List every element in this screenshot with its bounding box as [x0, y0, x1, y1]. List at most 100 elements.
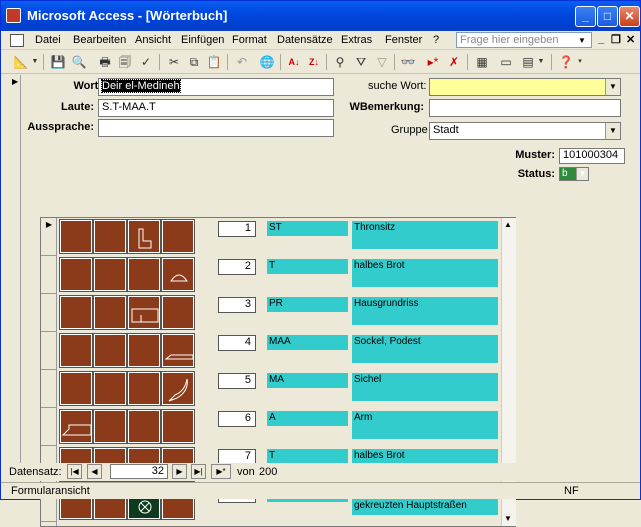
sort-descending-icon[interactable]: Z↓	[306, 54, 322, 70]
menu-format[interactable]: Format	[232, 34, 267, 46]
glyph-tile[interactable]	[93, 409, 127, 444]
minimize-button[interactable]: _	[575, 6, 596, 27]
row-selector[interactable]: ▶	[41, 218, 57, 256]
glyph-tile[interactable]	[59, 219, 93, 254]
new-record-nav-button[interactable]: ▶*	[211, 464, 231, 479]
hyperlink-icon[interactable]: 🌐	[259, 54, 275, 70]
delete-record-icon[interactable]: ✗	[446, 54, 462, 70]
row-selector[interactable]	[41, 294, 57, 332]
next-record-button[interactable]: ▶	[172, 464, 187, 479]
glyph-tile[interactable]	[127, 295, 161, 330]
row-number-field[interactable]: 6	[218, 411, 256, 427]
row-selector[interactable]	[41, 256, 57, 294]
row-number-field[interactable]: 3	[218, 297, 256, 313]
new-object-icon[interactable]: ▤	[520, 54, 536, 70]
glyph-tile[interactable]	[93, 257, 127, 292]
last-record-button[interactable]: ▶|	[191, 464, 206, 479]
glyph-tile[interactable]	[161, 295, 195, 330]
phonetic-code[interactable]: A	[267, 411, 348, 426]
row-selector[interactable]	[41, 370, 57, 408]
help-icon[interactable]: ❓	[558, 54, 574, 70]
record-selector[interactable]: ▶	[10, 75, 21, 463]
doc-restore-icon[interactable]: ❐	[611, 33, 621, 46]
apply-filter-icon[interactable]: ▽	[374, 54, 390, 70]
wbemerkung-field[interactable]	[429, 99, 621, 117]
glyph-tile[interactable]	[93, 371, 127, 406]
glyph-tile[interactable]	[59, 371, 93, 406]
print-preview-icon[interactable]: 🗐	[117, 54, 133, 70]
glyph-tile[interactable]	[161, 333, 195, 368]
form-doc-icon[interactable]	[10, 34, 24, 47]
toolbar-options-icon[interactable]: ▾	[576, 54, 584, 70]
aussprache-field[interactable]	[98, 119, 334, 137]
chevron-down-icon[interactable]: ▼	[576, 168, 588, 180]
menu-help[interactable]: ?	[433, 34, 439, 46]
first-record-button[interactable]: |◀	[67, 464, 82, 479]
glyph-tile[interactable]	[59, 295, 93, 330]
row-selector[interactable]	[41, 408, 57, 446]
glyph-meaning[interactable]: halbes Brot	[352, 259, 498, 287]
glyph-tile[interactable]	[93, 295, 127, 330]
maximize-button[interactable]: □	[597, 6, 618, 27]
glyph-tile[interactable]	[161, 409, 195, 444]
menu-fenster[interactable]: Fenster	[385, 34, 422, 46]
glyph-tile[interactable]	[161, 371, 195, 406]
previous-record-button[interactable]: ◀	[87, 464, 102, 479]
phonetic-code[interactable]: MA	[267, 373, 348, 388]
muster-field[interactable]: 101000304	[559, 148, 625, 164]
filter-selection-icon[interactable]: ⚲	[332, 54, 348, 70]
glyph-tile[interactable]	[127, 371, 161, 406]
wort-field[interactable]: Deir el-Medineh	[98, 78, 334, 96]
menu-einfuegen[interactable]: Einfügen	[181, 34, 224, 46]
glyph-tile[interactable]	[127, 219, 161, 254]
laute-field[interactable]: S.T-MAA.T	[98, 99, 334, 117]
menu-bearbeiten[interactable]: Bearbeiten	[73, 34, 126, 46]
paste-icon[interactable]: 📋	[206, 54, 222, 70]
glyph-meaning[interactable]: Sichel	[352, 373, 498, 401]
menu-ansicht[interactable]: Ansicht	[135, 34, 171, 46]
glyph-tile[interactable]	[127, 257, 161, 292]
gruppe-combo[interactable]: Stadt ▼	[429, 122, 621, 140]
access-app-icon[interactable]	[6, 8, 21, 23]
cut-icon[interactable]: ✂	[166, 54, 182, 70]
phonetic-code[interactable]: T	[267, 449, 348, 464]
view-dropdown-icon[interactable]: ▼	[31, 54, 39, 70]
glyph-tile[interactable]	[93, 219, 127, 254]
row-number-field[interactable]: 4	[218, 335, 256, 351]
suche-wort-combo[interactable]: ▼	[429, 78, 621, 96]
title-bar[interactable]: Microsoft Access - [Wörterbuch] _ □ ✕	[1, 1, 640, 31]
phonetic-code[interactable]: T	[267, 259, 348, 274]
row-selector[interactable]	[41, 332, 57, 370]
row-number-field[interactable]: 5	[218, 373, 256, 389]
new-record-icon[interactable]: ▸*	[425, 54, 441, 70]
glyph-tile[interactable]	[93, 333, 127, 368]
phonetic-code[interactable]: MAA	[267, 335, 348, 350]
chevron-down-icon[interactable]: ▼	[578, 36, 586, 45]
glyph-tile[interactable]	[59, 409, 93, 444]
menu-datei[interactable]: Datei	[35, 34, 61, 46]
undo-icon[interactable]: ↶	[234, 54, 250, 70]
sort-ascending-icon[interactable]: A↓	[286, 54, 302, 70]
find-binoculars-icon[interactable]: 👓	[400, 54, 416, 70]
new-object-dropdown-icon[interactable]: ▼	[537, 54, 545, 70]
glyph-tile[interactable]	[161, 219, 195, 254]
row-number-field[interactable]: 2	[218, 259, 256, 275]
glyph-tile[interactable]	[59, 257, 93, 292]
phonetic-code[interactable]: PR	[267, 297, 348, 312]
phonetic-code[interactable]: ST	[267, 221, 348, 236]
glyph-tile[interactable]	[161, 257, 195, 292]
properties-icon[interactable]: ▦	[474, 54, 490, 70]
status-combo[interactable]: b ▼	[559, 167, 589, 181]
scroll-down-icon[interactable]: ▼	[504, 514, 512, 523]
close-button[interactable]: ✕	[619, 6, 640, 27]
record-number-field[interactable]: 32	[110, 464, 168, 479]
chevron-down-icon[interactable]: ▼	[605, 79, 620, 95]
help-search-input[interactable]: Frage hier eingeben	[456, 32, 592, 48]
glyph-tile[interactable]	[127, 409, 161, 444]
glyph-tile[interactable]	[59, 333, 93, 368]
save-icon[interactable]: 💾	[50, 54, 66, 70]
view-icon[interactable]: 📐	[13, 54, 29, 70]
glyph-meaning[interactable]: Sockel, Podest	[352, 335, 498, 363]
row-number-field[interactable]: 1	[218, 221, 256, 237]
menu-extras[interactable]: Extras	[341, 34, 372, 46]
